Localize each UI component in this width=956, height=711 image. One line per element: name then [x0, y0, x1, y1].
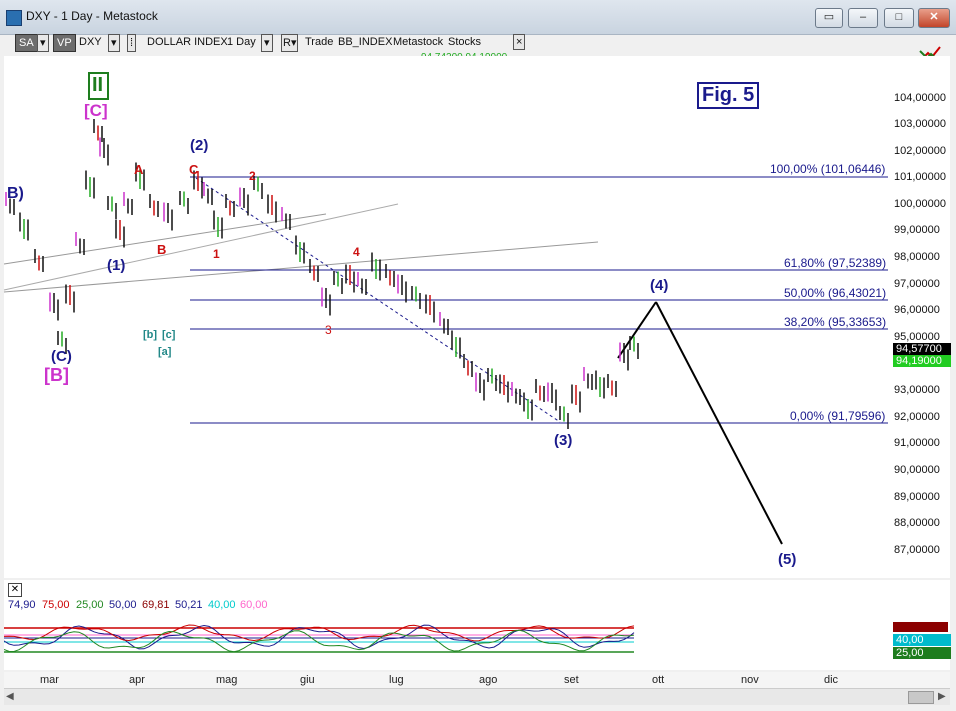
- last-close-tag: 94,19000: [893, 355, 951, 367]
- date-axis: [4, 672, 950, 688]
- period-dropdown-icon[interactable]: ▾: [261, 34, 273, 52]
- wave-label-c-paren: (C): [51, 348, 72, 365]
- price-tick: 88,00000: [894, 517, 940, 529]
- data-mode-label: Metastock: [393, 36, 444, 48]
- price-tick: 101,00000: [894, 171, 946, 183]
- symbol-dropdown-icon[interactable]: ▾: [108, 34, 120, 52]
- symbol-label[interactable]: DXY: [79, 34, 102, 50]
- app-icon: [6, 10, 22, 26]
- title-bar: DXY - 1 Day - Metastock ▭ – □ ✕: [0, 0, 956, 35]
- price-tick: 97,00000: [894, 278, 940, 290]
- wave-ii-label: II: [92, 74, 104, 96]
- price-tick: 104,00000: [894, 92, 946, 104]
- chart-type-icon[interactable]: ⁞: [127, 34, 137, 52]
- security-description: DOLLAR INDEX: [147, 36, 228, 48]
- fib-label-100: 100,00% (101,06446): [770, 162, 886, 176]
- wave-label-c: C: [189, 162, 199, 177]
- date-label: lug: [389, 674, 404, 686]
- fib-label-382: 38,20% (95,33653): [784, 315, 887, 329]
- data-source-label: BB_INDEX: [338, 36, 393, 48]
- indicator-chart[interactable]: [4, 615, 890, 672]
- wave-label-sub-b: [b]: [143, 329, 158, 341]
- indicator-close-icon[interactable]: ✕: [8, 583, 22, 597]
- indicator-legend-value: 75,00: [42, 599, 70, 611]
- date-label: apr: [129, 674, 145, 686]
- wave-label-minor-3: 3: [325, 323, 332, 337]
- wave-label-5-paren: (5): [778, 551, 797, 568]
- price-tick: 90,00000: [894, 464, 940, 476]
- fib-label-50: 50,00% (96,43021): [784, 286, 887, 300]
- indicator-legend-value: 40,00: [208, 599, 236, 611]
- indicator-axis-tag: 40,00: [893, 634, 951, 646]
- wave-label-2-paren: (2): [190, 137, 209, 154]
- price-tick: 96,00000: [894, 304, 940, 316]
- indicator-legend-value: 25,00: [76, 599, 104, 611]
- wave-label-1-paren: (1): [107, 257, 126, 274]
- indicator-legend-value: 50,00: [109, 599, 137, 611]
- date-label: ott: [652, 674, 665, 686]
- price-tick: 102,00000: [894, 145, 946, 157]
- price-tick: 87,00000: [894, 544, 940, 556]
- price-tick: 91,00000: [894, 437, 940, 449]
- scroll-thumb[interactable]: [908, 691, 934, 704]
- indicator-legend-value: 60,00: [240, 599, 268, 611]
- sa-dropdown-icon[interactable]: ▾: [37, 34, 49, 52]
- price-tick: 99,00000: [894, 224, 940, 236]
- wave-label-minor-1: 1: [213, 247, 220, 261]
- price-tick: 103,00000: [894, 118, 946, 130]
- price-chart[interactable]: [0, 56, 890, 578]
- wave-label-big-b: [B]: [44, 365, 69, 385]
- wave-label-3-paren: (3): [554, 432, 573, 449]
- price-tick: 89,00000: [894, 491, 940, 503]
- indicator-axis-tag: 25,00: [893, 647, 951, 659]
- toolbar-close-icon[interactable]: ×: [513, 34, 526, 50]
- close-button[interactable]: ✕: [918, 8, 950, 28]
- trade-label[interactable]: Trade: [305, 34, 333, 50]
- vp-button[interactable]: VP: [53, 34, 76, 52]
- period-label[interactable]: 1 Day: [227, 34, 256, 50]
- wave-label-sub-c: [c]: [162, 329, 176, 341]
- date-label: mag: [216, 674, 238, 686]
- maximize-button[interactable]: □: [884, 8, 914, 28]
- minimize-button[interactable]: –: [848, 8, 878, 28]
- figure-label: Fig. 5: [697, 82, 760, 109]
- price-tick: 93,00000: [894, 384, 940, 396]
- indicator-axis-tag: [893, 622, 948, 632]
- asset-class-label: Stocks: [448, 36, 482, 48]
- indicator-legend-value: 69,81: [142, 599, 170, 611]
- wave-label-sub-a: [a]: [158, 346, 172, 358]
- indicator-legend-value: 74,90: [8, 599, 36, 611]
- window-title: DXY - 1 Day - Metastock: [26, 9, 158, 23]
- price-tick: 100,00000: [894, 198, 946, 210]
- indicator-legend-value: 50,21: [175, 599, 203, 611]
- horizontal-scrollbar[interactable]: ◀ ▶: [4, 688, 950, 705]
- scroll-left-icon[interactable]: ◀: [6, 691, 14, 702]
- date-label: ago: [479, 674, 498, 686]
- wave-label-a: A: [134, 162, 144, 177]
- sa-button[interactable]: SA: [15, 34, 38, 52]
- date-label: set: [564, 674, 579, 686]
- price-tick: 95,00000: [894, 331, 940, 343]
- scroll-right-icon[interactable]: ▶: [938, 691, 946, 702]
- fib-label-0: 0,00% (91,79596): [790, 409, 886, 423]
- r-button[interactable]: R▾: [281, 34, 299, 52]
- date-label: dic: [824, 674, 839, 686]
- restore-layout-button[interactable]: ▭: [815, 8, 843, 28]
- chart-toolbar: SA ▾ VP DXY ▾ ⁞ DOLLAR INDEX 1 Day ▾ R▾ …: [0, 34, 956, 54]
- wave-ii-box: II: [88, 72, 109, 100]
- wave-label-b: B: [157, 242, 167, 257]
- last-price-tag: 94,57700: [893, 343, 951, 355]
- wave-label-minor-2: 2: [249, 169, 256, 183]
- fib-label-618: 61,80% (97,52389): [784, 256, 887, 270]
- wave-label-minor-4: 4: [353, 245, 360, 259]
- wave-label-b-paren: B): [7, 185, 24, 202]
- wave-label-4-paren: (4): [650, 277, 669, 294]
- wave-label-big-c: [C]: [84, 101, 108, 120]
- date-label: nov: [741, 674, 759, 686]
- price-tick: 98,00000: [894, 251, 940, 263]
- date-label: mar: [40, 674, 59, 686]
- price-tick: 92,00000: [894, 411, 940, 423]
- date-label: giu: [300, 674, 315, 686]
